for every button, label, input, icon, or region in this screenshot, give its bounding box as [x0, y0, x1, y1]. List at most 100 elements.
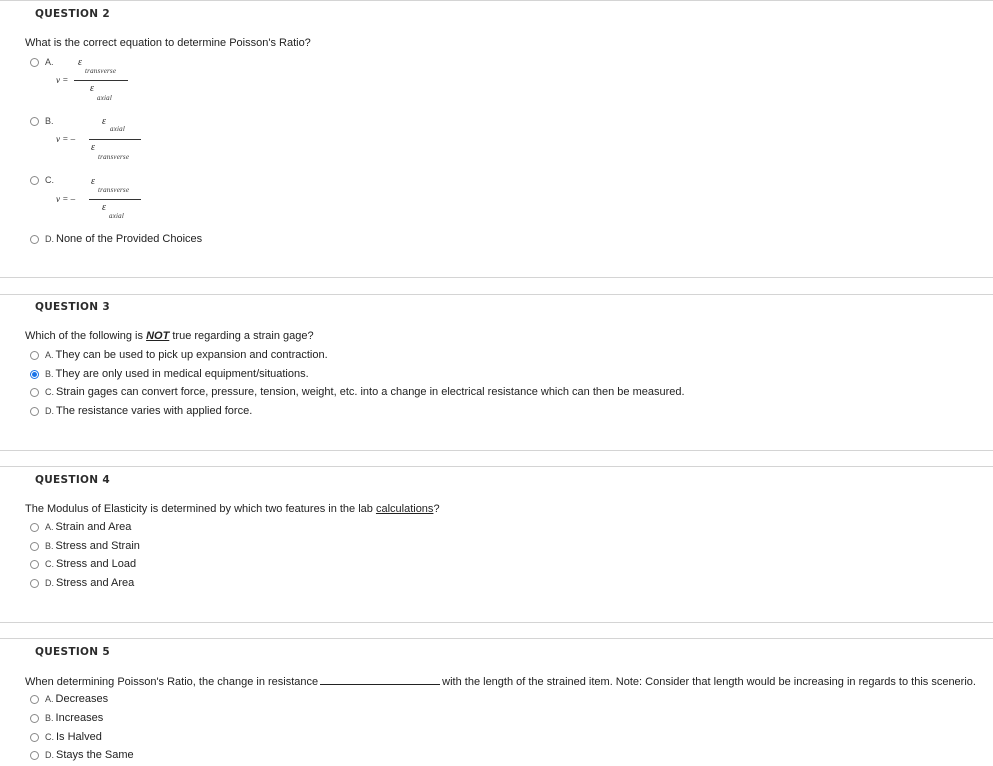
epsilon-symbol: ε — [91, 142, 95, 153]
q2-option-d[interactable]: D. None of the Provided Choices — [30, 232, 202, 246]
option-text: The resistance varies with applied force… — [56, 405, 253, 417]
question-2-header: QUESTION 2 — [35, 8, 110, 20]
question-5-header: QUESTION 5 — [35, 646, 110, 658]
prompt-text: The Modulus of Elasticity is determined … — [25, 503, 376, 515]
option-letter: C. — [45, 732, 54, 742]
epsilon-symbol: ε — [102, 116, 106, 127]
q4-option-a[interactable]: A. Strain and Area — [30, 520, 131, 534]
fraction-bar — [74, 80, 128, 81]
question-4-prompt: The Modulus of Elasticity is determined … — [25, 503, 440, 515]
fill-in-blank — [320, 675, 441, 685]
divider — [0, 294, 993, 295]
prompt-text: ? — [433, 503, 440, 515]
numerator-subscript: transverse — [98, 186, 130, 194]
option-letter: C. — [45, 559, 54, 569]
radio-button[interactable] — [30, 578, 39, 588]
radio-button[interactable] — [30, 387, 39, 397]
option-letter: C. — [45, 387, 54, 397]
option-letter: A. — [45, 350, 54, 360]
q5-option-a[interactable]: A. Decreases — [30, 692, 108, 706]
q4-option-b[interactable]: B. Stress and Strain — [30, 539, 140, 553]
divider — [0, 638, 993, 639]
option-text: Strain and Area — [55, 521, 132, 533]
option-text: Decreases — [55, 693, 109, 705]
radio-button[interactable] — [30, 732, 39, 742]
denominator-subscript: axial — [109, 212, 124, 220]
equation-a: ν = ε transverse ε axial — [55, 57, 135, 108]
radio-button[interactable] — [30, 522, 39, 532]
denominator-subscript: transverse — [98, 153, 130, 161]
radio-button[interactable] — [30, 750, 39, 760]
numerator-subscript: transverse — [85, 67, 117, 75]
radio-button[interactable] — [30, 559, 39, 569]
option-letter: B. — [45, 541, 54, 551]
fraction-bar — [89, 199, 141, 200]
q5-option-d[interactable]: D. Stays the Same — [30, 748, 134, 762]
radio-button[interactable] — [30, 175, 39, 185]
divider — [0, 277, 993, 278]
radio-button[interactable] — [30, 694, 39, 704]
option-text: Stress and Area — [56, 577, 135, 589]
radio-button[interactable] — [30, 541, 39, 551]
radio-button-selected[interactable] — [30, 369, 39, 379]
q2-option-c[interactable]: C. — [30, 173, 56, 187]
question-3-prompt: Which of the following is NOT true regar… — [25, 330, 314, 342]
option-text: They can be used to pick up expansion an… — [55, 349, 328, 361]
option-text: Strain gages can convert force, pressure… — [56, 386, 685, 398]
option-letter: A. — [45, 522, 54, 532]
option-letter: B. — [45, 116, 54, 126]
epsilon-symbol: ε — [91, 176, 95, 187]
option-letter: B. — [45, 369, 54, 379]
divider — [0, 466, 993, 467]
option-letter: A. — [45, 694, 54, 704]
option-text: Stress and Strain — [55, 540, 140, 552]
question-4-header: QUESTION 4 — [35, 474, 110, 486]
q2-option-a[interactable]: A. — [30, 55, 56, 69]
option-text: Stress and Load — [56, 558, 137, 570]
option-text: Increases — [55, 712, 104, 724]
equation-c: ν = – ε transverse ε axial — [55, 176, 145, 227]
prompt-text: When determining Poisson's Ratio, the ch… — [25, 676, 319, 688]
q5-option-b[interactable]: B. Increases — [30, 711, 103, 725]
question-3-header: QUESTION 3 — [35, 301, 110, 313]
q3-option-c[interactable]: C. Strain gages can convert force, press… — [30, 385, 685, 399]
option-letter: A. — [45, 57, 54, 67]
radio-button[interactable] — [30, 713, 39, 723]
q4-option-c[interactable]: C. Stress and Load — [30, 557, 136, 571]
q3-option-a[interactable]: A. They can be used to pick up expansion… — [30, 348, 328, 362]
option-text: They are only used in medical equipment/… — [55, 368, 309, 380]
divider — [0, 0, 993, 1]
equation-lhs: ν = – — [56, 194, 76, 204]
epsilon-symbol: ε — [90, 83, 94, 94]
option-text: None of the Provided Choices — [56, 233, 203, 245]
radio-button[interactable] — [30, 116, 39, 126]
epsilon-symbol: ε — [78, 57, 82, 68]
equation-lhs: ν = — [56, 75, 69, 85]
option-letter: D. — [45, 406, 54, 416]
option-text: Is Halved — [56, 731, 102, 743]
question-2-prompt: What is the correct equation to determin… — [25, 37, 311, 49]
radio-button[interactable] — [30, 57, 39, 67]
q2-option-b[interactable]: B. — [30, 114, 56, 128]
equation-lhs: ν = – — [56, 134, 76, 144]
denominator-subscript: axial — [97, 94, 112, 102]
prompt-text: Which of the following is — [25, 330, 147, 342]
radio-button[interactable] — [30, 234, 39, 244]
option-letter: D. — [45, 750, 54, 760]
q3-option-d[interactable]: D. The resistance varies with applied fo… — [30, 404, 252, 418]
q3-option-b[interactable]: B. They are only used in medical equipme… — [30, 367, 309, 381]
q4-option-d[interactable]: D. Stress and Area — [30, 576, 134, 590]
question-5-prompt: When determining Poisson's Ratio, the ch… — [25, 675, 976, 688]
radio-button[interactable] — [30, 406, 39, 416]
option-letter: D. — [45, 234, 54, 244]
option-text: Stays the Same — [56, 749, 134, 761]
prompt-text: true regarding a strain gage? — [169, 330, 314, 342]
q5-option-c[interactable]: C. Is Halved — [30, 730, 102, 744]
fraction-bar — [89, 139, 141, 140]
divider — [0, 450, 993, 451]
radio-button[interactable] — [30, 350, 39, 360]
prompt-text: with the length of the strained item. No… — [442, 676, 976, 688]
calculations-link[interactable]: calculations — [376, 503, 433, 515]
equation-b: ν = – ε axial ε transverse — [55, 116, 145, 167]
emphasis-not: NOT — [146, 330, 170, 342]
